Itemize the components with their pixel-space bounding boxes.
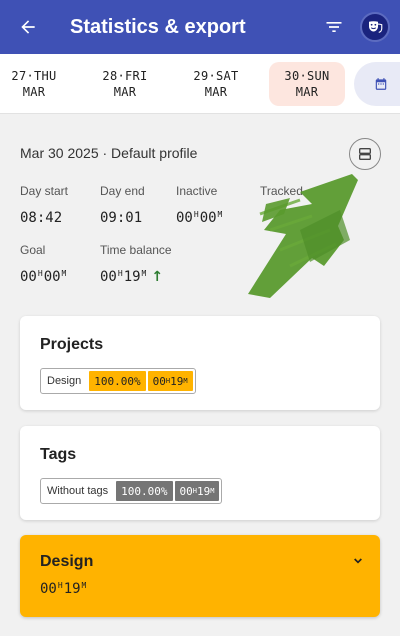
tags-card: Tags Without tags 100.00% 00 H 19 M [20,426,380,520]
summary-header: Mar 30 2025 · Default profile [20,145,198,161]
projects-card: Projects Design 100.00% 00 H 19 M [20,316,380,410]
stat-time-balance: Time balance 00H19M ↑ [100,243,172,285]
stat-day-start: Day start 08:42 [20,184,68,226]
day-weekday: 28·FRI [102,69,148,83]
view-agenda-icon [359,148,371,160]
project-chip[interactable]: Design 100.00% 00 H 19 M [40,368,196,394]
day-month: MAR [204,85,228,99]
stat-goal: Goal 00H00M [20,243,67,285]
stat-label: Day end [100,184,145,198]
page-title: Statistics & export [70,15,246,38]
day-item[interactable]: 29·SAT MAR [178,62,254,106]
filter-button[interactable] [314,0,354,54]
stat-day-end: Day end 09:01 [100,184,145,226]
calendar-icon [375,78,387,90]
stat-label: Goal [20,243,46,257]
stat-value: 08:42 [20,210,63,226]
day-selector: 27·THU MAR 28·FRI MAR 29·SAT MAR 30·SUN … [0,54,400,114]
layout-toggle-button[interactable] [349,138,381,170]
filter-icon [326,22,342,32]
project-detail-card[interactable]: Design 00H19M [20,535,380,617]
day-weekday: 27·THU [11,69,57,83]
stat-inactive: Inactive 00H00M [176,184,223,226]
stat-label: Day start [20,184,69,198]
tag-duration: 00 H 19 M [174,481,220,501]
stat-label: Inactive [176,184,218,198]
project-detail-duration: 00H19M [40,581,87,597]
profile-button[interactable] [360,12,390,42]
project-detail-title: Design [40,553,94,570]
day-month: MAR [22,85,46,99]
project-duration: 00 H 19 M [147,371,193,391]
stat-value: 09:01 [100,210,143,226]
stat-value: 00H00M [176,210,223,226]
arrow-back-icon [21,20,35,34]
day-item[interactable]: 27·THU MAR [0,62,72,106]
chevron-down-icon[interactable] [350,553,366,569]
app-bar: Statistics & export [0,0,400,54]
theater-mask-icon [369,21,383,33]
stat-value: 00H19M ↑ [100,269,164,285]
tags-title: Tags [40,446,77,463]
stat-label: Time balance [100,243,172,257]
calendar-button[interactable] [354,62,400,106]
stat-value: 00H00M [20,269,67,285]
day-month: MAR [113,85,137,99]
green-arrow-scribble [248,174,358,298]
project-name: Design [47,375,82,387]
projects-title: Projects [40,336,104,353]
trend-up-icon: ↑ [151,269,164,285]
day-weekday: 29·SAT [193,69,239,83]
tag-chip[interactable]: Without tags 100.00% 00 H 19 M [40,478,223,504]
day-weekday: 30·SUN [284,69,330,83]
back-button[interactable] [0,0,56,54]
day-month: MAR [295,85,319,99]
day-item[interactable]: 28·FRI MAR [87,62,163,106]
project-percent: 100.00% [89,371,146,391]
day-item-selected[interactable]: 30·SUN MAR [269,62,345,106]
tag-name: Without tags [47,485,109,497]
tag-percent: 100.00% [116,481,173,501]
